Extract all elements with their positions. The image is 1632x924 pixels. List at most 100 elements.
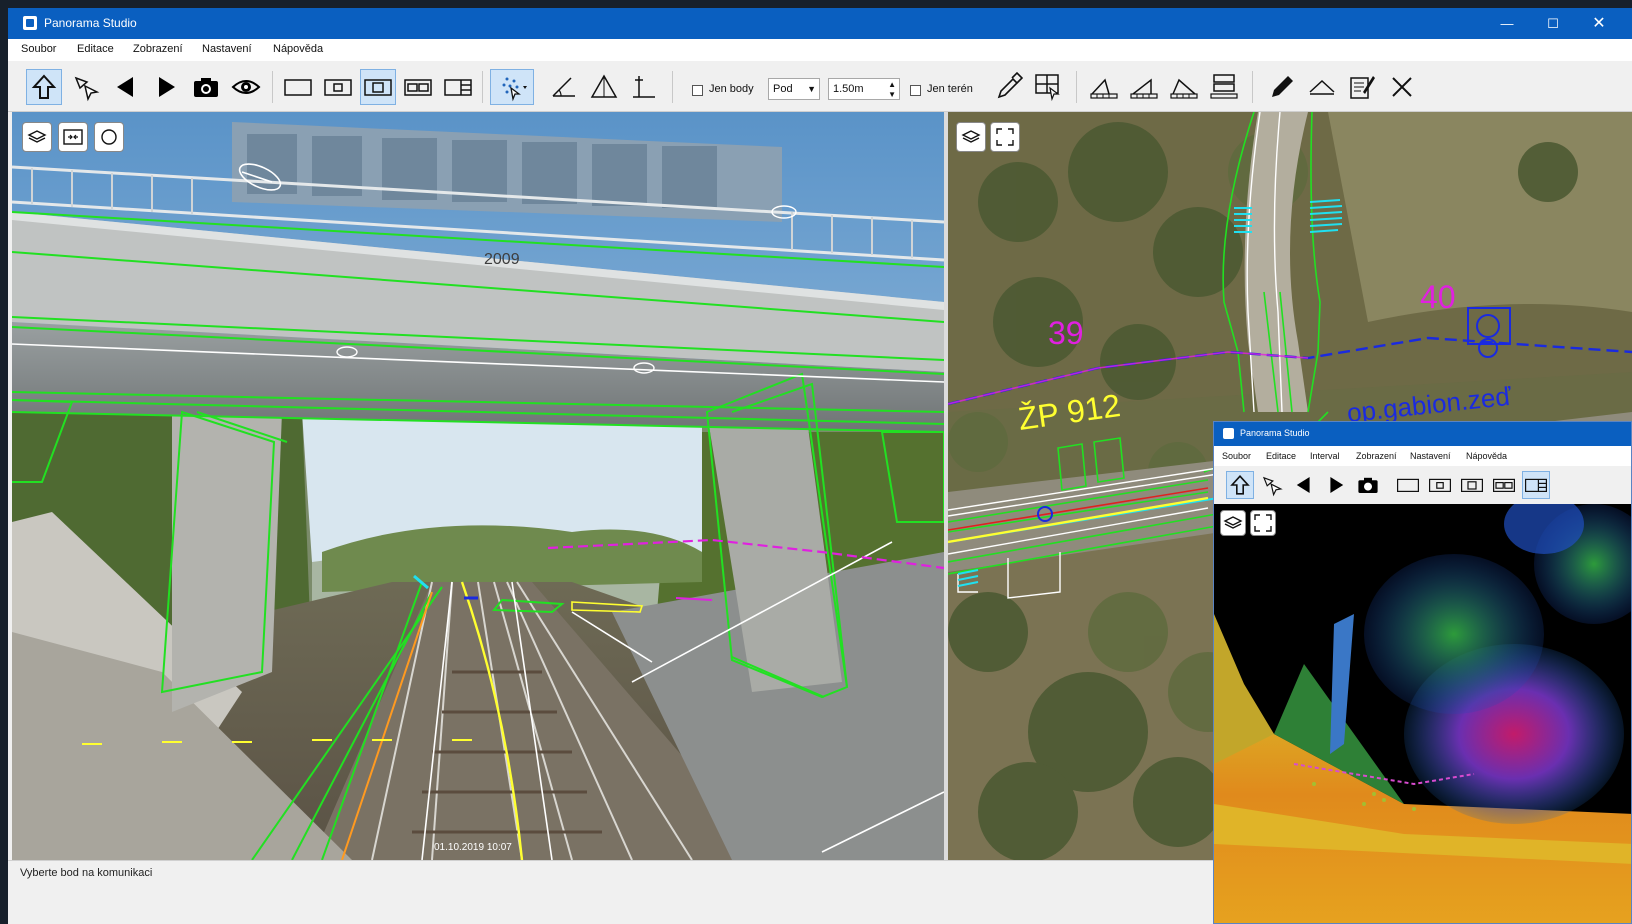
triangle-tool-button[interactable] (586, 69, 622, 105)
vertical-measure-icon (633, 76, 655, 98)
map-fullscreen-button[interactable] (990, 122, 1020, 152)
inset-menu-soubor[interactable]: Soubor (1222, 451, 1251, 461)
inset-menu-napoveda[interactable]: Nápověda (1466, 451, 1507, 461)
inset-menu-nastaveni[interactable]: Nastavení (1410, 451, 1451, 461)
height-tool-button[interactable] (626, 69, 662, 105)
maximize-button[interactable]: ☐ (1530, 8, 1576, 39)
camera-icon (1358, 477, 1378, 493)
toolbar: Jen body Pod ▼ 1.50m ▲ ▼ Jen terén (8, 61, 1632, 112)
x-icon (1392, 77, 1412, 97)
triangle-right-icon (159, 77, 175, 97)
layout-double-button[interactable] (400, 69, 436, 105)
snapshot-button[interactable] (188, 69, 224, 105)
angle-tool-button[interactable] (546, 69, 582, 105)
menu-editace[interactable]: Editace (77, 43, 114, 55)
mode-select[interactable]: Pod ▼ (768, 78, 820, 100)
app-icon (23, 16, 37, 30)
inset-menu-editace[interactable]: Editace (1266, 451, 1296, 461)
triangle-icon (590, 74, 618, 98)
map-layers-button[interactable] (956, 122, 986, 152)
select-tool-button[interactable] (26, 69, 62, 105)
layout-single-icon (1397, 478, 1419, 492)
circle-tool-button[interactable] (94, 122, 124, 152)
inset-menu-interval[interactable]: Interval (1310, 451, 1340, 461)
profile-right-button[interactable] (1166, 69, 1202, 105)
inset-layout-inset-button[interactable] (1458, 471, 1486, 499)
layout-double-icon (1493, 478, 1515, 492)
panorama-image[interactable]: 2009 01.10.2019 10:07 (12, 112, 944, 860)
title-bar: Panorama Studio — ☐ ✕ (8, 8, 1632, 39)
distance-stepper[interactable]: 1.50m ▲ ▼ (828, 78, 900, 100)
profile-left-button[interactable] (1086, 69, 1122, 105)
panorama-viewport[interactable]: 2009 01.10.2019 10:07 (12, 112, 944, 860)
inset-menu-zobrazeni[interactable]: Zobrazení (1356, 451, 1397, 461)
roof-icon (1309, 79, 1335, 95)
grid-cursor-icon (1035, 74, 1060, 102)
inset-layout-center-button[interactable] (1426, 471, 1454, 499)
fit-width-button[interactable] (58, 122, 88, 152)
inset-layout-split-button[interactable] (1522, 471, 1550, 499)
visibility-button[interactable] (228, 69, 264, 105)
menu-soubor[interactable]: Soubor (21, 43, 56, 55)
pick-tool-button[interactable] (990, 69, 1026, 105)
surface-button[interactable] (1304, 69, 1340, 105)
previous-button[interactable] (108, 69, 144, 105)
next-button[interactable] (148, 69, 184, 105)
bridge-year-label: 2009 (484, 251, 520, 268)
close-button[interactable]: ✕ (1576, 8, 1622, 39)
layout-inset-button[interactable] (360, 69, 396, 105)
layout-double-icon (404, 79, 432, 96)
status-text: Vyberte bod na komunikaci (20, 867, 153, 879)
slope-right-icon (1170, 78, 1198, 99)
inset-next-button[interactable] (1322, 471, 1350, 499)
inset-previous-button[interactable] (1290, 471, 1318, 499)
menu-zobrazeni[interactable]: Zobrazení (133, 43, 183, 55)
triangle-left-icon (1296, 477, 1310, 493)
inset-layers-button[interactable] (1220, 510, 1246, 536)
cross-section-icon (1210, 74, 1238, 99)
grid-tool-button[interactable] (1030, 69, 1066, 105)
delete-button[interactable] (1384, 69, 1420, 105)
points-only-checkbox[interactable] (692, 85, 703, 96)
menu-nastaveni[interactable]: Nastavení (202, 43, 252, 55)
inset-window[interactable]: Panorama Studio Soubor Editace Interval … (1213, 421, 1632, 924)
toolbar-separator (482, 71, 483, 103)
inset-layout-single-button[interactable] (1394, 471, 1422, 499)
layout-single-button[interactable] (280, 69, 316, 105)
profile-center-button[interactable] (1126, 69, 1162, 105)
window-title: Panorama Studio (44, 16, 137, 30)
toolbar-separator (672, 71, 673, 103)
cursor-polygon-icon (1262, 476, 1283, 497)
menu-napoveda[interactable]: Nápověda (273, 43, 323, 55)
point-mode-button[interactable] (490, 69, 534, 105)
inset-snapshot-button[interactable] (1354, 471, 1382, 499)
angle-icon (552, 77, 575, 97)
chevron-down-icon: ▼ (807, 84, 816, 94)
distance-value: 1.50m (833, 83, 864, 95)
circle-icon (101, 129, 117, 145)
point-cloud-icon (502, 77, 527, 102)
point-cloud-viewport[interactable] (1214, 504, 1632, 924)
cross-section-button[interactable] (1206, 69, 1242, 105)
polygon-select-button[interactable] (68, 69, 104, 105)
layers-button[interactable] (22, 122, 52, 152)
arrow-up-icon (1230, 475, 1250, 495)
edit-attributes-button[interactable] (1344, 69, 1380, 105)
layout-split-button[interactable] (440, 69, 476, 105)
fullscreen-icon (1254, 514, 1272, 532)
pencil-icon (1272, 76, 1293, 97)
fit-width-icon (63, 129, 83, 145)
layout-split-icon (444, 79, 472, 96)
inset-polygon-select-button[interactable] (1258, 471, 1286, 499)
inset-toolbar (1214, 466, 1631, 505)
inset-select-tool-button[interactable] (1226, 471, 1254, 499)
terrain-only-checkbox[interactable] (910, 85, 921, 96)
point-cloud-image[interactable] (1214, 504, 1632, 924)
panorama-timestamp: 01.10.2019 10:07 (434, 842, 512, 853)
triangle-left-icon (117, 77, 133, 97)
inset-fullscreen-button[interactable] (1250, 510, 1276, 536)
draw-button[interactable] (1264, 69, 1300, 105)
inset-layout-double-button[interactable] (1490, 471, 1518, 499)
minimize-button[interactable]: — (1484, 8, 1530, 39)
layout-center-button[interactable] (320, 69, 356, 105)
